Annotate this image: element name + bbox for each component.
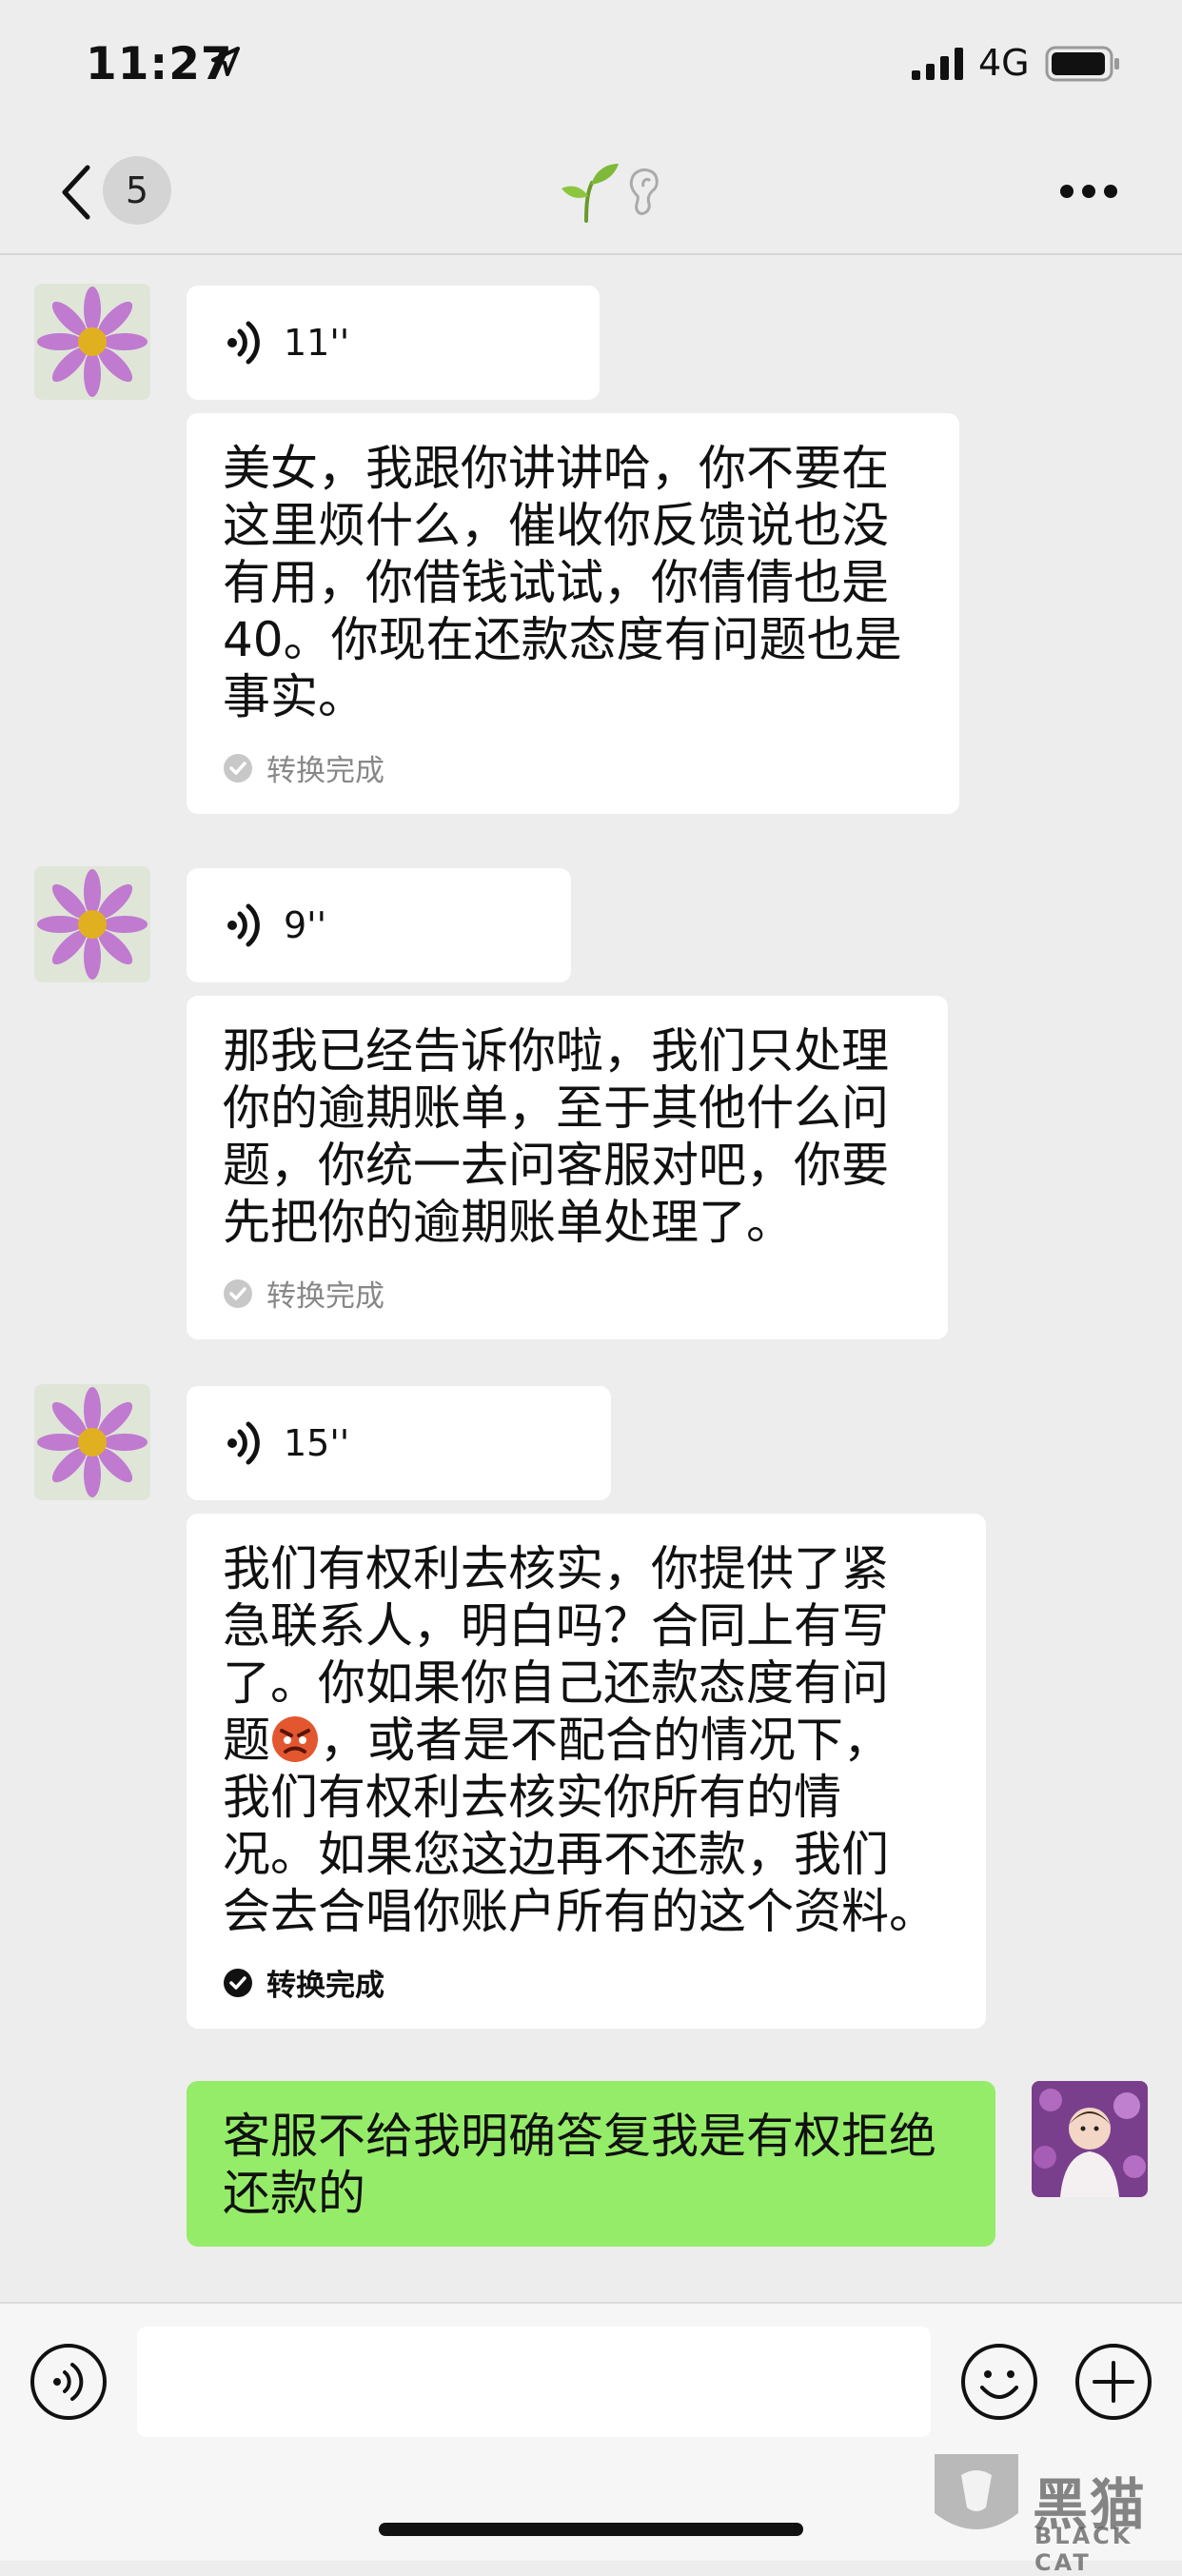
- contact-avatar[interactable]: [34, 1384, 150, 1500]
- check-circle-icon: [224, 1278, 252, 1308]
- my-avatar[interactable]: [1032, 2081, 1148, 2197]
- voice-duration: 15'': [284, 1422, 350, 1464]
- ear-icon: [629, 168, 659, 215]
- location-arrow-icon: [211, 47, 240, 76]
- transcript-text: 美女，我跟你讲讲哈，你不要在 这里烦什么，催收你反馈说也没 有用，你借钱试试，你…: [223, 441, 902, 724]
- transcript-text: 我们有权利去核实，你提供了紧 急联系人，明白吗？合同上有写 了。你如果你自己还款…: [223, 1541, 936, 1939]
- voice-duration: 11'': [284, 322, 350, 364]
- watermark-subtext: BLACK CAT: [1034, 2523, 1133, 2576]
- voice-transcript[interactable]: 我们有权利去核实，你提供了紧 急联系人，明白吗？合同上有写 了。你如果你自己还款…: [187, 1514, 986, 2029]
- back-chevron-icon[interactable]: [53, 162, 101, 223]
- voice-wave-icon: [227, 321, 260, 365]
- transcript-text: 那我已经告诉你啦，我们只处理 你的逾期账单，至于其他什么问 题，你统一去问客服对…: [223, 1023, 889, 1250]
- voice-message[interactable]: 11'': [187, 286, 600, 400]
- more-icon[interactable]: [1060, 185, 1117, 200]
- contact-avatar[interactable]: [34, 866, 150, 982]
- message-input[interactable]: [137, 2327, 931, 2437]
- voice-transcript[interactable]: 那我已经告诉你啦，我们只处理 你的逾期账单，至于其他什么问 题，你统一去问客服对…: [187, 996, 948, 1339]
- angry-face-emoji: [272, 1716, 318, 1762]
- voice-wave-icon: [227, 903, 260, 947]
- smile-icon[interactable]: [959, 2342, 1039, 2422]
- home-indicator[interactable]: [379, 2523, 803, 2536]
- transcript-status: 转换完成: [223, 1272, 912, 1315]
- chat-title: [561, 164, 659, 223]
- voice-message[interactable]: 15'': [187, 1386, 611, 1500]
- battery-icon: [1045, 46, 1119, 82]
- chat-header: 5: [0, 133, 1182, 255]
- unread-badge[interactable]: 5: [103, 156, 171, 225]
- voice-input-icon[interactable]: [29, 2342, 108, 2422]
- transcript-status: 转换完成: [223, 746, 923, 789]
- outgoing-message[interactable]: 客服不给我明确答复我是有权拒绝 还款的: [187, 2081, 995, 2247]
- signal-icon: [912, 48, 963, 80]
- transcript-status: 转换完成: [223, 1961, 950, 2004]
- voice-wave-icon: [227, 1421, 260, 1465]
- voice-duration: 9'': [284, 904, 327, 946]
- contact-avatar[interactable]: [34, 284, 150, 400]
- status-bar: 11:27 4G: [0, 0, 1182, 133]
- check-circle-icon: [224, 1968, 252, 1997]
- sprout-icon: [561, 164, 619, 223]
- message-text: 客服不给我明确答复我是有权拒绝 还款的: [223, 2109, 936, 2221]
- voice-transcript[interactable]: 美女，我跟你讲讲哈，你不要在 这里烦什么，催收你反馈说也没 有用，你借钱试试，你…: [187, 413, 959, 814]
- network-label: 4G: [978, 42, 1030, 84]
- voice-message[interactable]: 9'': [187, 868, 571, 982]
- plus-icon[interactable]: [1074, 2342, 1153, 2422]
- check-circle-icon: [224, 753, 252, 783]
